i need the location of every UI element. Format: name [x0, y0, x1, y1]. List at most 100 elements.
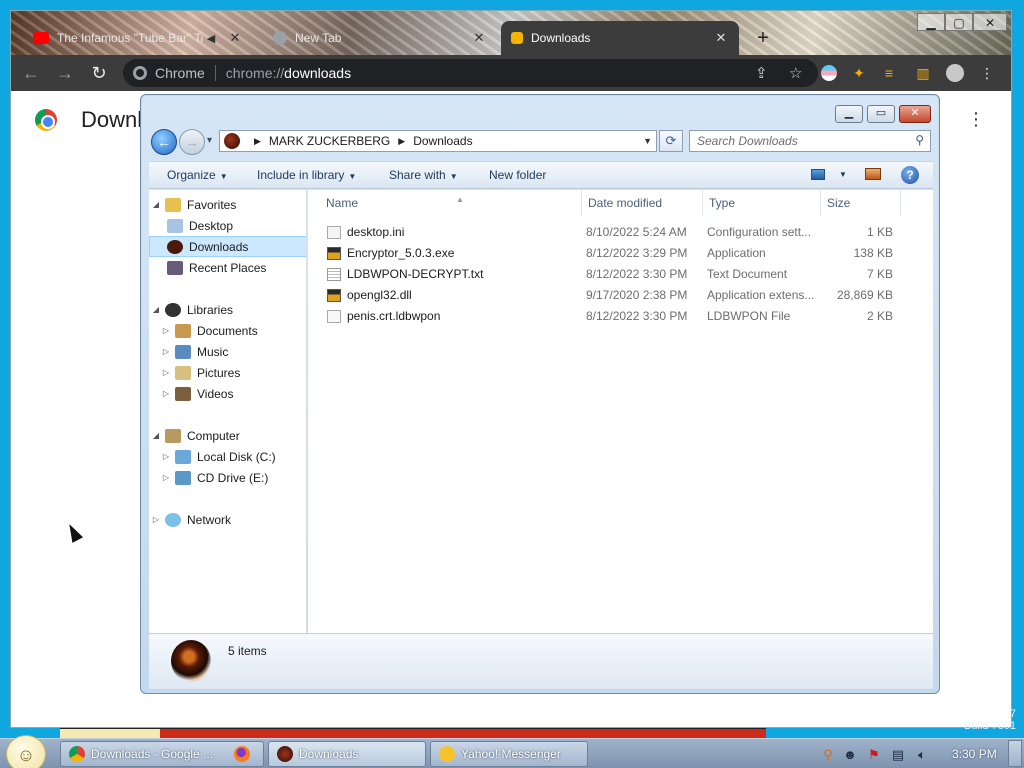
close-button[interactable]: ✕: [973, 13, 1007, 31]
chevron-right-icon[interactable]: ▶: [254, 136, 261, 147]
collapse-icon[interactable]: ◢: [151, 305, 161, 314]
recent-pages-dropdown-icon[interactable]: ▾: [207, 135, 212, 146]
nav-favorites[interactable]: ◢ Favorites: [149, 194, 306, 215]
taskbar-button-yahoo[interactable]: Yahoo! Messenger: [430, 741, 588, 767]
nav-music[interactable]: ▷ Music: [149, 341, 306, 362]
tab-close-icon[interactable]: ✕: [471, 30, 487, 46]
expand-icon[interactable]: ▷: [161, 473, 171, 482]
maximize-button[interactable]: ▢: [945, 13, 973, 31]
nav-computer[interactable]: ◢ Computer: [149, 425, 306, 446]
column-header-name[interactable]: Name ▲: [320, 190, 582, 216]
nav-cd-drive[interactable]: ▷ CD Drive (E:): [149, 467, 306, 488]
reload-button[interactable]: ↻: [85, 59, 113, 87]
nav-local-disk[interactable]: ▷ Local Disk (C:): [149, 446, 306, 467]
clock[interactable]: 3:30 PM: [952, 747, 997, 761]
nav-network[interactable]: ▷ Network: [149, 509, 306, 530]
include-in-library-button[interactable]: Include in library ▼: [257, 168, 356, 182]
tray-search-icon[interactable]: ⚲: [820, 747, 836, 763]
explorer-minimize-button[interactable]: ▁: [835, 105, 863, 123]
tab-downloads[interactable]: Downloads ✕: [501, 21, 739, 55]
nav-libraries[interactable]: ◢ Libraries: [149, 299, 306, 320]
tab-close-icon[interactable]: ✕: [227, 30, 243, 46]
start-button[interactable]: ☺: [6, 735, 46, 768]
network-icon: [165, 512, 181, 527]
nav-desktop-label: Desktop: [189, 218, 234, 233]
collapse-icon[interactable]: ◢: [151, 200, 161, 209]
breadcrumb-user[interactable]: MARK ZUCKERBERG: [269, 134, 390, 148]
search-input[interactable]: [690, 131, 900, 151]
back-button[interactable]: ←: [17, 59, 45, 87]
file-row[interactable]: Encryptor_5.0.3.exe 8/12/2022 3:29 PM Ap…: [316, 243, 906, 264]
taskbar-button-firefox[interactable]: [226, 741, 264, 767]
file-row[interactable]: penis.crt.ldbwpon 8/12/2022 3:30 PM LDBW…: [316, 306, 906, 327]
caret-down-icon[interactable]: ▼: [839, 170, 847, 179]
omnibox[interactable]: Chrome chrome:// downloads ⇪ ☆: [123, 59, 818, 87]
refresh-button[interactable]: ⟳: [659, 130, 683, 152]
expand-icon[interactable]: ▷: [161, 389, 171, 398]
bookmark-star-icon[interactable]: ☆: [789, 64, 802, 82]
address-dropdown-icon[interactable]: ▼: [643, 136, 652, 146]
column-header-size[interactable]: Size: [821, 190, 901, 216]
action-center-icon[interactable]: ⚑: [866, 747, 882, 763]
nav-videos[interactable]: ▷ Videos: [149, 383, 306, 404]
more-actions-icon[interactable]: ⋮: [967, 109, 985, 130]
expand-icon[interactable]: ▷: [161, 347, 171, 356]
explorer-maximize-button[interactable]: ▭: [867, 105, 895, 123]
nav-documents[interactable]: ▷ Documents: [149, 320, 306, 341]
extension-flag-icon[interactable]: [819, 63, 839, 83]
forward-button[interactable]: →: [51, 59, 79, 87]
organize-button[interactable]: Organize ▼: [167, 168, 228, 182]
new-tab-button[interactable]: +: [751, 27, 775, 51]
expand-icon[interactable]: ▷: [161, 326, 171, 335]
preview-pane-icon[interactable]: [865, 168, 881, 180]
forward-arrow-icon[interactable]: →: [179, 129, 205, 155]
build-digit: 7: [1009, 708, 1016, 720]
desktop-icon: [167, 218, 183, 233]
tab-new-tab[interactable]: New Tab ✕: [263, 21, 497, 55]
file-row[interactable]: desktop.ini 8/10/2022 5:24 AM Configurat…: [316, 222, 906, 243]
nav-downloads[interactable]: Downloads: [149, 236, 306, 257]
show-desktop-button[interactable]: [1008, 740, 1022, 767]
network-tray-icon[interactable]: ▤: [890, 747, 906, 763]
explorer-close-button[interactable]: ✕: [899, 105, 931, 123]
nav-desktop[interactable]: Desktop: [149, 215, 306, 236]
share-icon[interactable]: ⇪: [755, 64, 768, 82]
nav-recent-places[interactable]: Recent Places: [149, 257, 306, 278]
file-row[interactable]: opengl32.dll 9/17/2020 2:38 PM Applicati…: [316, 285, 906, 306]
help-icon[interactable]: ?: [901, 166, 919, 184]
breadcrumb-downloads[interactable]: Downloads: [413, 134, 472, 148]
profile-avatar-icon[interactable]: [945, 63, 965, 83]
audio-icon[interactable]: ◀: [203, 32, 219, 45]
share-with-button[interactable]: Share with ▼: [389, 168, 458, 182]
side-panel-icon[interactable]: ▥: [913, 63, 933, 83]
address-bar[interactable]: ▶ MARK ZUCKERBERG ▶ Downloads ▼: [219, 130, 657, 152]
change-view-icon[interactable]: [811, 169, 825, 180]
tab-label: New Tab: [295, 31, 342, 45]
back-arrow-icon[interactable]: ←: [151, 129, 177, 155]
tab-close-icon[interactable]: ✕: [713, 30, 729, 46]
expand-icon[interactable]: ▷: [151, 515, 161, 524]
taskbar-button-explorer[interactable]: Downloads: [268, 741, 426, 767]
new-folder-button[interactable]: New folder: [489, 168, 546, 182]
expand-icon[interactable]: ▷: [161, 452, 171, 461]
search-box[interactable]: ⚲: [689, 130, 931, 152]
nav-pictures[interactable]: ▷ Pictures: [149, 362, 306, 383]
chrome-toolbar: ← → ↻ Chrome chrome:// downloads ⇪ ☆ ✦ ≡…: [11, 55, 1011, 91]
minimize-button[interactable]: ▁: [917, 13, 945, 31]
search-icon[interactable]: ⚲: [915, 133, 924, 147]
tray-messenger-icon[interactable]: ☻: [842, 747, 858, 763]
explorer-window: ▁ ▭ ✕ ← → ▾ ▶ MARK ZUCKERBERG ▶ Download…: [140, 94, 940, 694]
tab-tube-bar[interactable]: The Infamous "Tube Bar" Ta ◀ ✕: [23, 21, 253, 55]
file-type: Configuration sett...: [707, 225, 812, 239]
column-header-type[interactable]: Type: [703, 190, 821, 216]
expand-icon[interactable]: ▷: [161, 368, 171, 377]
puzzle-extension-icon[interactable]: ✦: [849, 63, 869, 83]
reading-list-icon[interactable]: ≡: [879, 63, 899, 83]
column-header-date[interactable]: Date modified: [582, 190, 703, 216]
chrome-menu-icon[interactable]: ⋮: [977, 63, 997, 83]
file-row[interactable]: LDBWPON-DECRYPT.txt 8/12/2022 3:30 PM Te…: [316, 264, 906, 285]
pictures-icon: [175, 365, 191, 380]
volume-icon[interactable]: 🔈︎: [914, 747, 930, 763]
collapse-icon[interactable]: ◢: [151, 431, 161, 440]
chevron-right-icon[interactable]: ▶: [398, 136, 405, 147]
